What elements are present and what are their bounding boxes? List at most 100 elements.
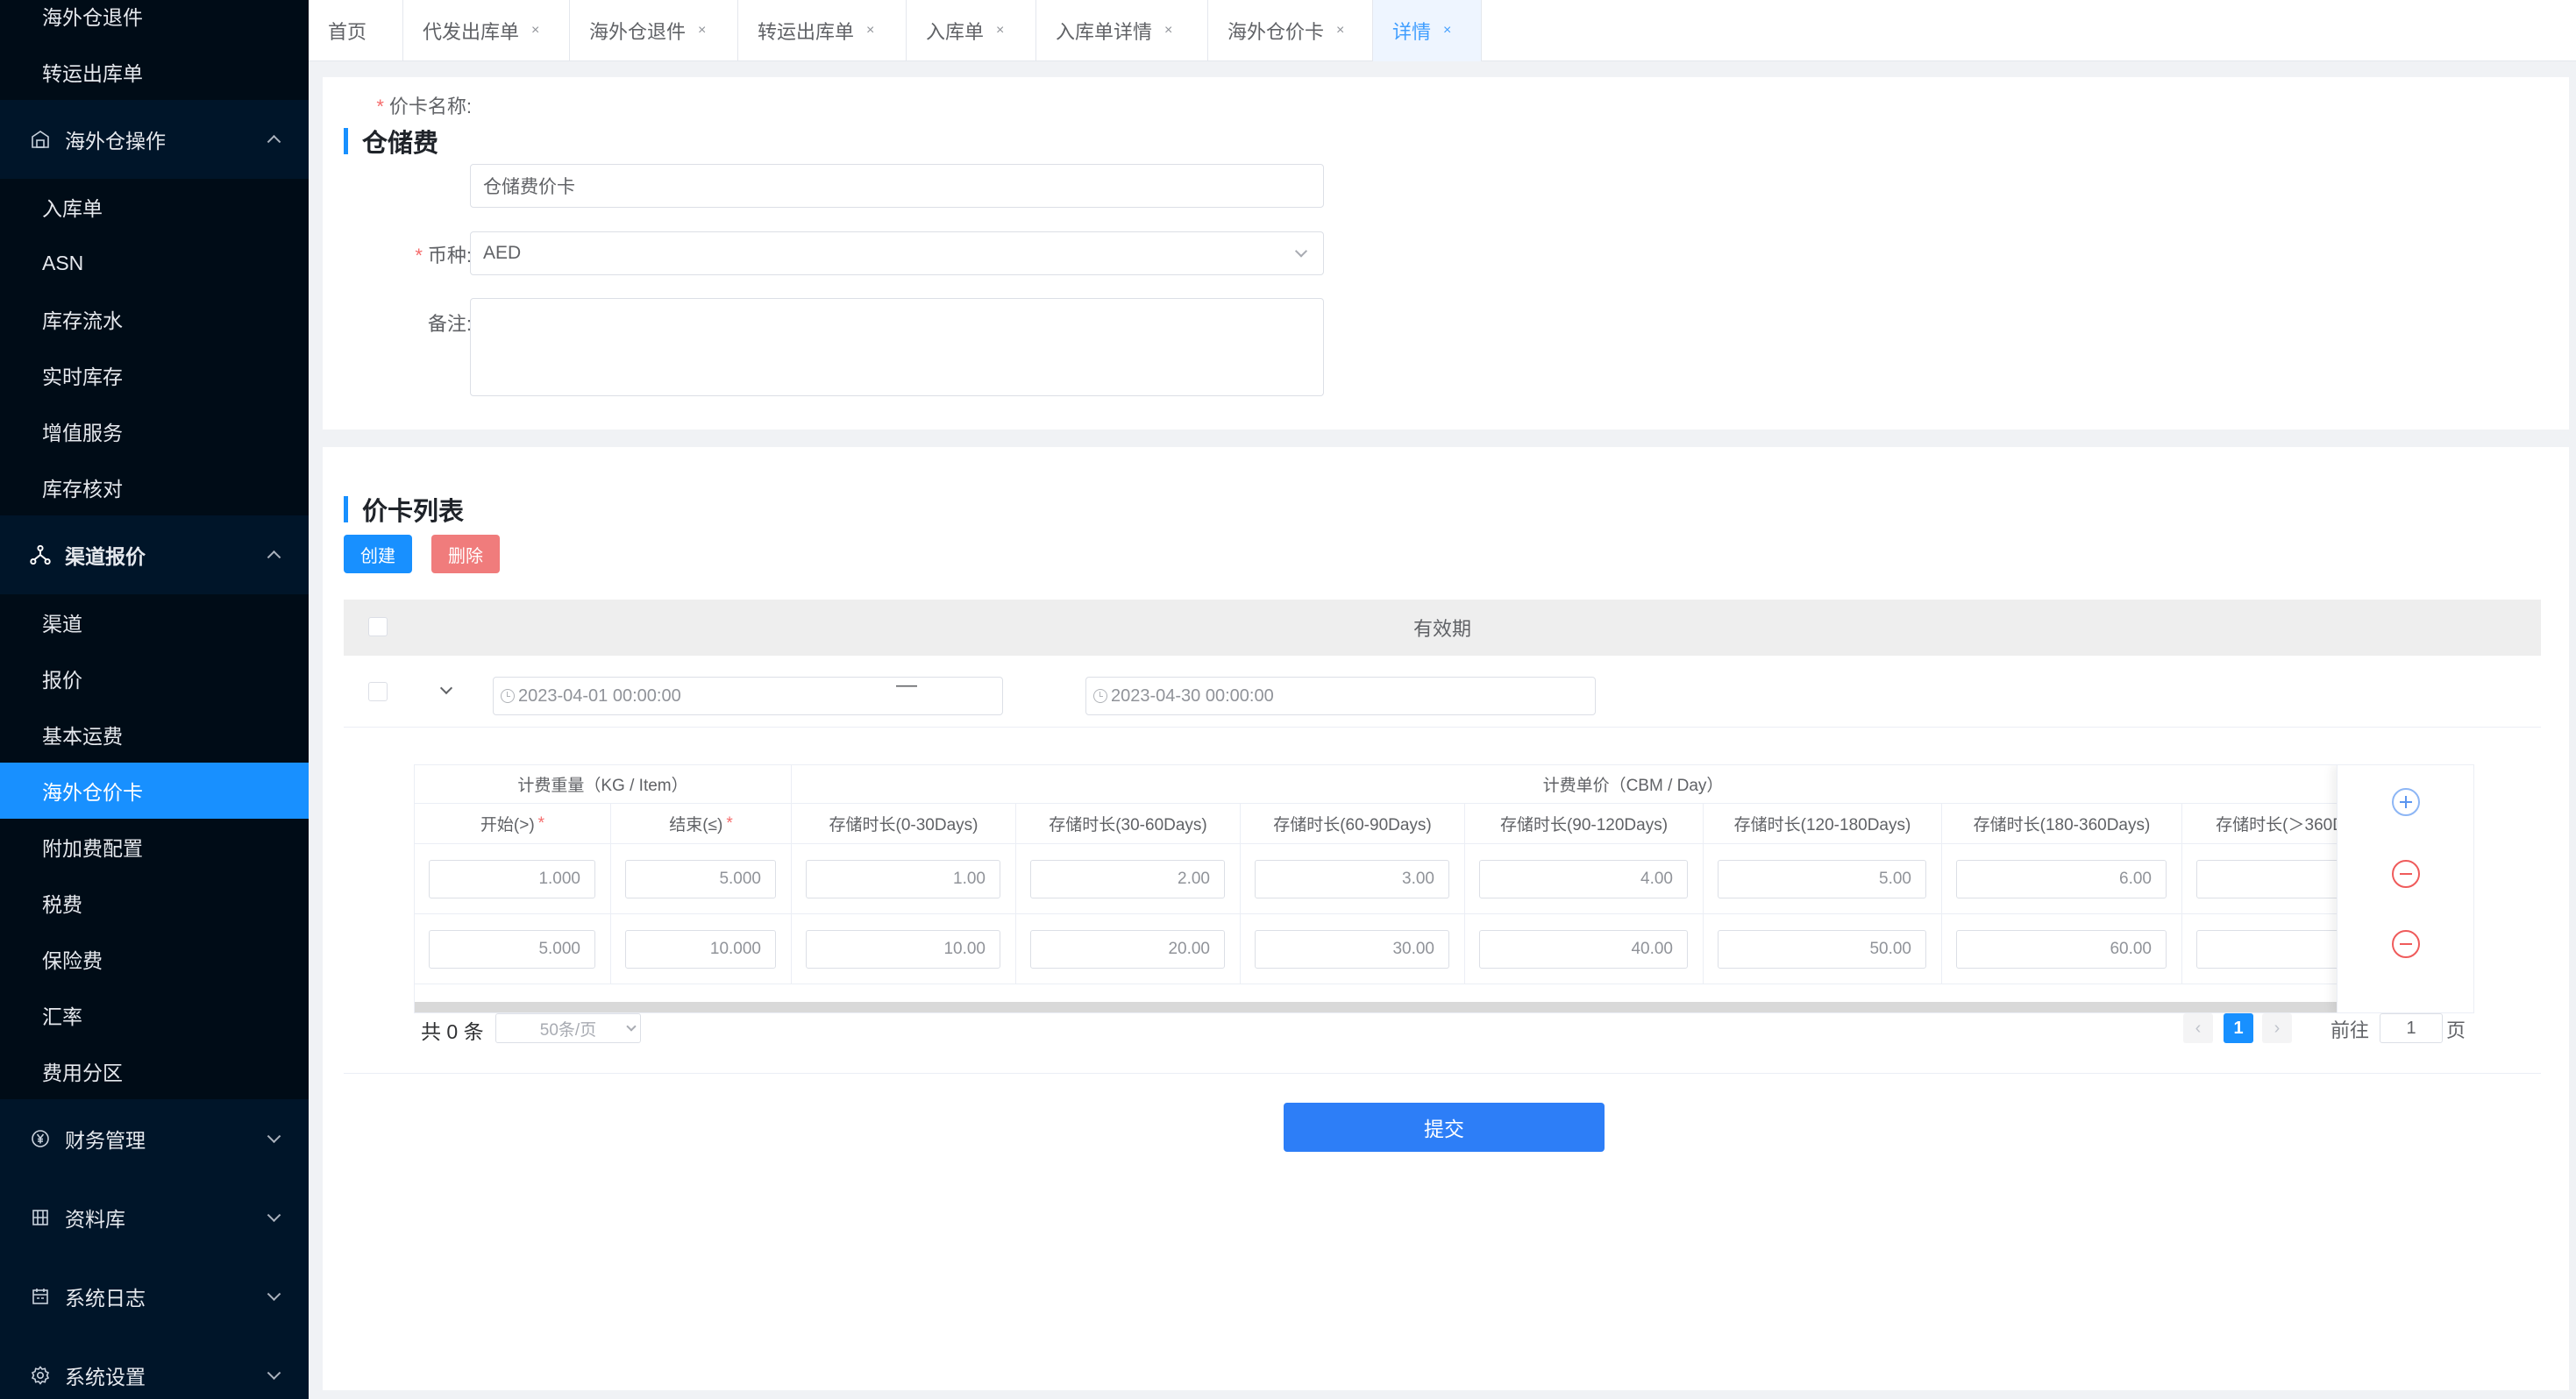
chevron-down-icon	[267, 1208, 281, 1223]
sidebar-group-19[interactable]: 财务管理	[0, 1099, 309, 1178]
price-cell-input[interactable]: 5.000	[625, 860, 776, 898]
price-cell-input[interactable]: 10.00	[806, 930, 1000, 969]
close-icon[interactable]: ×	[1443, 23, 1451, 39]
price-cell-input[interactable]: 1.00	[806, 860, 1000, 898]
price-cell-input[interactable]: 40.00	[1479, 930, 1688, 969]
close-icon[interactable]: ×	[1164, 23, 1172, 39]
current-page-button[interactable]: 1	[2224, 1013, 2253, 1043]
price-cell-input[interactable]: 20.00	[1030, 930, 1225, 969]
clock-icon	[501, 689, 515, 703]
sidebar-item-label: 财务管理	[65, 1129, 146, 1152]
create-button[interactable]: 创建	[344, 535, 412, 573]
tab-7[interactable]: 详情 ×	[1373, 0, 1482, 61]
expand-chevron-icon[interactable]	[439, 681, 453, 695]
sidebar-group-2[interactable]: 海外仓操作	[0, 100, 309, 179]
column-header: 存储时长(120-180Days)	[1704, 804, 1942, 844]
delete-button[interactable]: 删除	[431, 535, 500, 573]
price-cell-input[interactable]: 50.00	[1718, 930, 1926, 969]
table-cell: 2.00	[1016, 844, 1241, 914]
price-table: 计费重量（KG / Item） 计费单价（CBM / Day） 开始(>) * 结束(≤…	[414, 764, 2474, 1013]
page-size-select[interactable]: 50条/页	[495, 1013, 641, 1043]
yuan-icon	[28, 1126, 53, 1151]
close-icon[interactable]: ×	[866, 23, 874, 39]
sidebar-group-21[interactable]: 系统日志	[0, 1257, 309, 1336]
remove-row-icon[interactable]	[2392, 860, 2420, 888]
price-cell-input[interactable]: 10.000	[625, 930, 776, 969]
price-cell-input[interactable]: 30.00	[1255, 930, 1449, 969]
calendar-icon	[28, 1284, 53, 1309]
submit-button[interactable]: 提交	[1284, 1103, 1605, 1152]
row-checkbox[interactable]	[368, 682, 388, 701]
pagination-total: 共 0 条	[421, 1020, 484, 1043]
table-cell: 50.00	[1704, 914, 1942, 984]
tab-0[interactable]: 首页	[309, 0, 403, 61]
sidebar-item-15[interactable]: 税费	[0, 875, 309, 931]
tab-label: 入库单	[926, 21, 985, 43]
card-name-input[interactable]: 仓储费价卡	[470, 164, 1324, 208]
column-header-text: 存储时长(90-120Days)	[1499, 816, 1669, 834]
sidebar-item-8[interactable]: 库存核对	[0, 459, 309, 515]
price-cell-input[interactable]: 4.00	[1479, 860, 1688, 898]
tab-5[interactable]: 入库单详情 ×	[1036, 0, 1208, 61]
price-cell-input[interactable]: 5.00	[1718, 860, 1926, 898]
price-cell-input[interactable]: 60.00	[1956, 930, 2167, 969]
table-cell: 60.00	[1942, 914, 2182, 984]
currency-select[interactable]: AED	[470, 231, 1324, 275]
tab-6[interactable]: 海外仓价卡 ×	[1208, 0, 1373, 61]
close-icon[interactable]: ×	[996, 23, 1004, 39]
title-accent-bar	[344, 128, 348, 154]
remark-label: 备注:	[323, 309, 472, 337]
sidebar-item-16[interactable]: 保险费	[0, 931, 309, 987]
validity-end-input[interactable]: 2023-04-30 00:00:00	[1085, 677, 1596, 715]
close-icon[interactable]: ×	[698, 23, 706, 39]
price-cell-input[interactable]: 5.000	[429, 930, 595, 969]
sidebar-item-0[interactable]: 海外仓退件	[0, 0, 309, 44]
price-cell-input[interactable]: 6.00	[1956, 860, 2167, 898]
sidebar-item-11[interactable]: 报价	[0, 650, 309, 707]
price-cell-input[interactable]: 1.000	[429, 860, 595, 898]
horizontal-scrollbar[interactable]	[415, 1002, 2473, 1012]
currency-value: AED	[483, 243, 522, 263]
sidebar-group-9[interactable]: 渠道报价	[0, 515, 309, 594]
sidebar-item-1[interactable]: 转运出库单	[0, 44, 309, 100]
sidebar-item-13[interactable]: 海外仓价卡	[0, 763, 309, 819]
tab-2[interactable]: 海外仓退件 ×	[570, 0, 738, 61]
prev-page-button[interactable]: ‹	[2183, 1013, 2213, 1043]
tab-1[interactable]: 代发出库单 ×	[403, 0, 570, 61]
sidebar-item-17[interactable]: 汇率	[0, 987, 309, 1043]
remark-textarea[interactable]	[470, 298, 1324, 396]
close-icon[interactable]: ×	[1336, 23, 1344, 39]
sidebar-item-10[interactable]: 渠道	[0, 594, 309, 650]
remove-row-icon[interactable]	[2392, 930, 2420, 958]
tab-4[interactable]: 入库单 ×	[907, 0, 1036, 61]
page-size-value: 50条/页	[539, 1020, 597, 1040]
add-row-icon[interactable]	[2392, 788, 2420, 816]
sidebar-item-12[interactable]: 基本运费	[0, 707, 309, 763]
sidebar-group-20[interactable]: 资料库	[0, 1178, 309, 1257]
sidebar-item-label: 基本运费	[42, 725, 123, 748]
validity-start-input[interactable]: 2023-04-01 00:00:00	[493, 677, 1003, 715]
tab-label: 海外仓价卡	[1228, 21, 1325, 43]
table-cell: 30.00	[1241, 914, 1465, 984]
tab-3[interactable]: 转运出库单 ×	[738, 0, 907, 61]
sidebar-item-18[interactable]: 费用分区	[0, 1043, 309, 1099]
sidebar-item-7[interactable]: 增值服务	[0, 403, 309, 459]
sidebar-item-4[interactable]: ASN	[0, 235, 309, 291]
sidebar-item-14[interactable]: 附加费配置	[0, 819, 309, 875]
select-all-checkbox[interactable]	[368, 617, 388, 636]
sidebar-item-3[interactable]: 入库单	[0, 179, 309, 235]
price-list-card: 价卡列表 创建 删除 有效期 2023-04-01 00:00:00 — 202…	[323, 447, 2569, 1390]
next-page-button[interactable]: ›	[2262, 1013, 2292, 1043]
table-cell: 40.00	[1465, 914, 1704, 984]
sidebar-item-6[interactable]: 实时库存	[0, 347, 309, 403]
price-cell-input[interactable]: 3.00	[1255, 860, 1449, 898]
close-icon[interactable]: ×	[531, 23, 539, 39]
chevron-down-icon	[626, 1021, 637, 1032]
chevron-down-icon	[267, 1287, 281, 1302]
sidebar-item-5[interactable]: 库存流水	[0, 291, 309, 347]
chevron-down-icon	[267, 1129, 281, 1144]
price-cell-input[interactable]: 2.00	[1030, 860, 1225, 898]
sidebar-item-label: 系统设置	[65, 1366, 146, 1388]
sidebar-group-22[interactable]: 系统设置	[0, 1336, 309, 1399]
goto-page-input[interactable]: 1	[2380, 1013, 2443, 1043]
